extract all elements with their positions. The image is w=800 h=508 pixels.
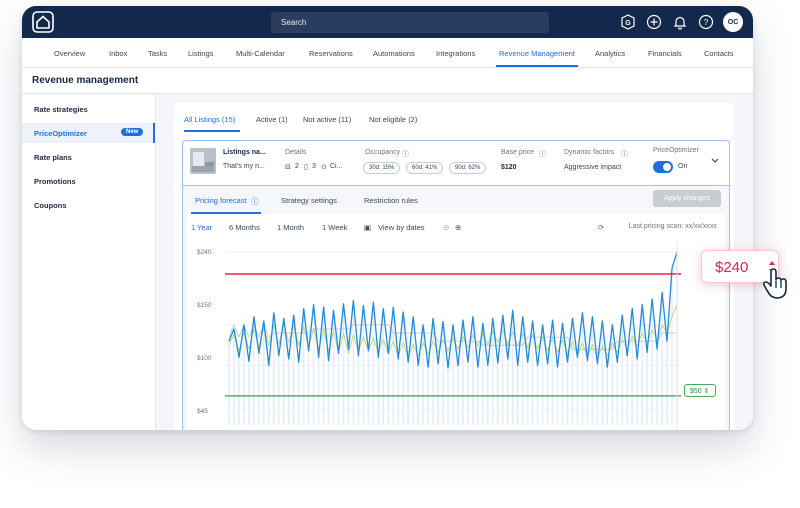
page-title: Revenue management	[32, 75, 139, 86]
listing-subtitle: That's my n...	[223, 163, 265, 170]
priceoptimizer-toggle[interactable]	[653, 161, 673, 173]
add-icon[interactable]	[645, 13, 663, 31]
occupancy-90d: 90d: 62%	[449, 162, 487, 174]
sidebar-item-priceoptimizer[interactable]: PriceOptimizer	[34, 129, 87, 138]
zoom-in-icon[interactable]: ⊕	[455, 223, 461, 232]
sidebar-item-promotions[interactable]: Promotions	[34, 177, 76, 186]
app-window: Search G ? OC Overview Inbox Tasks Listi…	[22, 6, 753, 430]
nav-overview[interactable]: Overview	[54, 49, 85, 58]
scan-icon: ⟳	[598, 223, 605, 232]
base-price-value: $120	[501, 164, 517, 171]
range-1-year[interactable]: 1 Year	[191, 223, 212, 232]
chart-panel: 1 Year 6 Months 1 Month 1 Week ▣ View by…	[187, 214, 725, 430]
help-icon[interactable]: ?	[697, 13, 715, 31]
nav-inbox[interactable]: Inbox	[109, 49, 127, 58]
forecast-panel: Pricing forecast ⓘ Strategy settings Res…	[182, 186, 730, 430]
bedrooms-count: 2	[295, 163, 299, 170]
tab-not-eligible[interactable]: Not eligible (2)	[369, 115, 417, 124]
calendar-icon: ▣	[364, 223, 372, 232]
bath-icon: ▯	[304, 164, 308, 171]
dynamic-info-icon[interactable]: ⓘ	[621, 149, 628, 159]
pricing-forecast-info-icon[interactable]: ⓘ	[251, 196, 259, 207]
nav-multi-calendar[interactable]: Multi-Calendar	[236, 49, 285, 58]
y-tick-label: $100	[197, 355, 212, 362]
svg-text:G: G	[625, 20, 631, 27]
nav-contacts[interactable]: Contacts	[704, 49, 734, 58]
nav-revenue-management[interactable]: Revenue Management	[499, 49, 575, 58]
search-input[interactable]: Search	[271, 12, 549, 33]
nav-integrations[interactable]: Integrations	[436, 49, 475, 58]
tab-all-listings[interactable]: All Listings (15)	[184, 115, 235, 124]
occupancy-label: Occupancy	[365, 149, 401, 156]
max-price-value: $240	[715, 259, 749, 276]
tab-strategy-settings[interactable]: Strategy settings	[281, 196, 337, 205]
avatar[interactable]: OC	[723, 12, 743, 32]
location-text: Ci...	[330, 163, 343, 170]
sidebar: Rate strategies PriceOptimizer New Rate …	[22, 95, 156, 430]
priceoptimizer-label: PriceOptimizer	[653, 147, 699, 154]
new-badge: New	[121, 128, 144, 136]
price-forecast-chart[interactable]	[225, 242, 681, 430]
base-price-info-icon[interactable]: ⓘ	[539, 149, 546, 159]
base-price-label: Base price	[501, 149, 535, 156]
svg-text:?: ?	[704, 18, 709, 27]
top-bar: Search G ? OC	[22, 6, 753, 38]
listing-name[interactable]: Listings na...	[223, 149, 266, 156]
title-bar: Revenue management	[22, 68, 753, 94]
nav-reservations[interactable]: Reservations	[309, 49, 353, 58]
y-tick-label: $150	[197, 302, 212, 309]
nav-automations[interactable]: Automations	[373, 49, 415, 58]
chevron-down-icon[interactable]	[711, 158, 719, 164]
view-by-dates-button[interactable]: View by dates	[378, 223, 425, 232]
sidebar-item-rate-plans[interactable]: Rate plans	[34, 153, 72, 162]
occupancy-info-icon[interactable]: ⓘ	[402, 149, 409, 159]
apply-changes-button[interactable]: Apply changes	[653, 190, 721, 207]
y-tick-label: $45	[197, 408, 208, 415]
last-pricing-scan: Last pricing scan: xx/xx/xxxx	[628, 223, 717, 230]
details-label: Details	[285, 149, 307, 156]
range-1-month[interactable]: 1 Month	[277, 223, 304, 232]
nav-active-indicator	[496, 65, 578, 67]
dynamic-factors-label: Dynamic factors	[564, 149, 615, 156]
dynamic-factors-value: Aggressive impact	[564, 164, 622, 171]
occupancy-30d: 30d: 15%	[363, 162, 401, 174]
hand-cursor-icon	[762, 268, 787, 299]
bed-icon: ⊟	[285, 164, 291, 171]
min-price-value: $50	[690, 388, 702, 395]
bathrooms-count: 3	[312, 163, 316, 170]
g-icon[interactable]: G	[619, 13, 637, 31]
listing-thumbnail	[190, 148, 216, 174]
main-content: All Listings (15) Active (1) Not active …	[174, 103, 734, 430]
occupancy-60d: 60d: 41%	[406, 162, 444, 174]
tab-not-active[interactable]: Not active (11)	[303, 115, 351, 124]
nav-analytics[interactable]: Analytics	[595, 49, 625, 58]
tab-pricing-forecast[interactable]: Pricing forecast	[195, 196, 247, 205]
location-pin-icon: ⊙	[321, 164, 327, 171]
tab-active[interactable]: Active (1)	[256, 115, 288, 124]
bell-icon[interactable]	[671, 13, 689, 31]
tab-restriction-rules[interactable]: Restriction rules	[364, 196, 418, 205]
min-price-handle[interactable]: $50 ⇕	[684, 384, 716, 397]
sidebar-active-indicator	[153, 123, 155, 143]
range-1-week[interactable]: 1 Week	[322, 223, 347, 232]
nav-listings[interactable]: Listings	[188, 49, 213, 58]
home-logo-icon[interactable]	[32, 11, 54, 33]
filter-active-indicator	[184, 130, 240, 132]
y-tick-label: $240	[197, 249, 212, 256]
sidebar-item-rate-strategies[interactable]: Rate strategies	[34, 105, 88, 114]
priceoptimizer-state: On	[678, 163, 688, 170]
nav-financials[interactable]: Financials	[648, 49, 682, 58]
sidebar-item-coupons[interactable]: Coupons	[34, 201, 67, 210]
nav-tasks[interactable]: Tasks	[148, 49, 167, 58]
listing-row[interactable]: Listings na... That's my n... Details ⊟ …	[182, 140, 730, 186]
main-nav: Overview Inbox Tasks Listings Multi-Cale…	[22, 38, 753, 68]
zoom-out-icon[interactable]: ⊖	[443, 223, 449, 232]
range-6-months[interactable]: 6 Months	[229, 223, 260, 232]
